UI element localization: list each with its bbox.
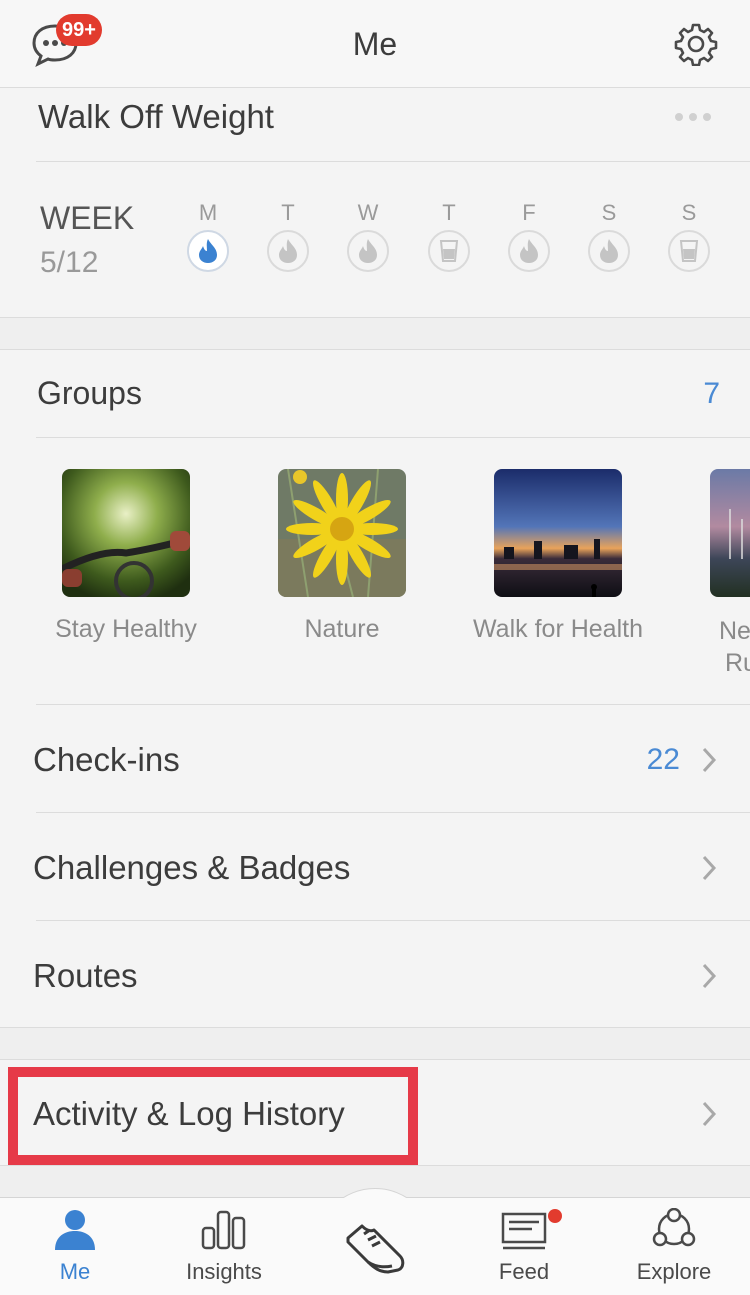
checkins-label: Check-ins bbox=[33, 741, 180, 778]
tab-insights[interactable]: Insights bbox=[149, 1208, 299, 1285]
person-icon bbox=[55, 1210, 95, 1250]
group-thumbnail[interactable] bbox=[62, 469, 190, 597]
checkins-count: 22 bbox=[646, 743, 680, 776]
flame-icon bbox=[588, 230, 630, 272]
highlight-box bbox=[8, 1067, 418, 1165]
tab-label: Me bbox=[59, 1259, 91, 1284]
divider bbox=[36, 161, 750, 162]
bar-chart-icon bbox=[201, 1210, 246, 1250]
tab-label: Feed bbox=[498, 1259, 550, 1284]
divider bbox=[36, 437, 750, 438]
flame-icon bbox=[508, 230, 550, 272]
day-letter: T bbox=[281, 200, 295, 225]
tab-explore[interactable]: Explore bbox=[599, 1207, 749, 1285]
flame-icon bbox=[347, 230, 389, 272]
day-1[interactable]: T bbox=[266, 200, 310, 272]
day-letter: S bbox=[601, 200, 617, 225]
flame-icon bbox=[267, 230, 309, 272]
day-letter: S bbox=[681, 200, 697, 225]
tab-me[interactable]: Me bbox=[0, 1208, 150, 1285]
cup-icon bbox=[428, 230, 470, 272]
day-6[interactable]: S bbox=[667, 200, 711, 272]
group-thumbnail[interactable] bbox=[710, 469, 750, 597]
day-letter: F bbox=[522, 200, 536, 225]
chevron-right-icon bbox=[700, 746, 718, 774]
challenges-badges-label: Challenges & Badges bbox=[33, 849, 351, 886]
routes-label: Routes bbox=[33, 957, 138, 994]
page-title: Me bbox=[352, 26, 398, 62]
group-name[interactable]: Walk for Health bbox=[450, 615, 666, 644]
flame-icon bbox=[187, 230, 229, 272]
group-name-line2: Ru bbox=[725, 649, 750, 677]
day-4[interactable]: F bbox=[507, 200, 551, 272]
more-options-icon[interactable] bbox=[672, 107, 714, 127]
day-letter: W bbox=[357, 200, 379, 225]
feed-icon bbox=[501, 1212, 547, 1250]
chevron-right-icon bbox=[700, 962, 718, 990]
day-5[interactable]: S bbox=[587, 200, 631, 272]
day-3[interactable]: T bbox=[427, 200, 471, 272]
group-name[interactable]: Nature bbox=[234, 615, 450, 644]
explore-icon bbox=[652, 1207, 696, 1247]
tab-label: Insights bbox=[186, 1259, 262, 1284]
chevron-right-icon bbox=[700, 854, 718, 882]
chevron-right-icon bbox=[700, 1100, 718, 1128]
day-0[interactable]: M bbox=[186, 200, 230, 272]
group-name-line1: Ne bbox=[719, 617, 750, 645]
day-2[interactable]: W bbox=[346, 200, 390, 272]
cup-icon bbox=[668, 230, 710, 272]
day-letter: M bbox=[198, 200, 218, 225]
week-label: WEEK bbox=[40, 200, 135, 236]
groups-label[interactable]: Groups bbox=[37, 375, 142, 412]
group-name[interactable]: Ne Ru bbox=[719, 615, 750, 679]
tab-label: Explore bbox=[636, 1259, 712, 1284]
shoe-icon bbox=[340, 1218, 410, 1278]
challenge-title: Walk Off Weight bbox=[38, 98, 274, 135]
gear-icon[interactable] bbox=[674, 22, 718, 67]
group-thumbnail[interactable] bbox=[278, 469, 406, 597]
groups-count[interactable]: 7 bbox=[690, 377, 720, 411]
tab-feed[interactable]: Feed bbox=[449, 1208, 599, 1285]
group-thumbnail[interactable] bbox=[494, 469, 622, 597]
day-letter: T bbox=[442, 200, 456, 225]
feed-notification-dot bbox=[548, 1209, 562, 1223]
group-name[interactable]: Stay Healthy bbox=[18, 615, 234, 644]
week-count: 5/12 bbox=[40, 246, 99, 279]
